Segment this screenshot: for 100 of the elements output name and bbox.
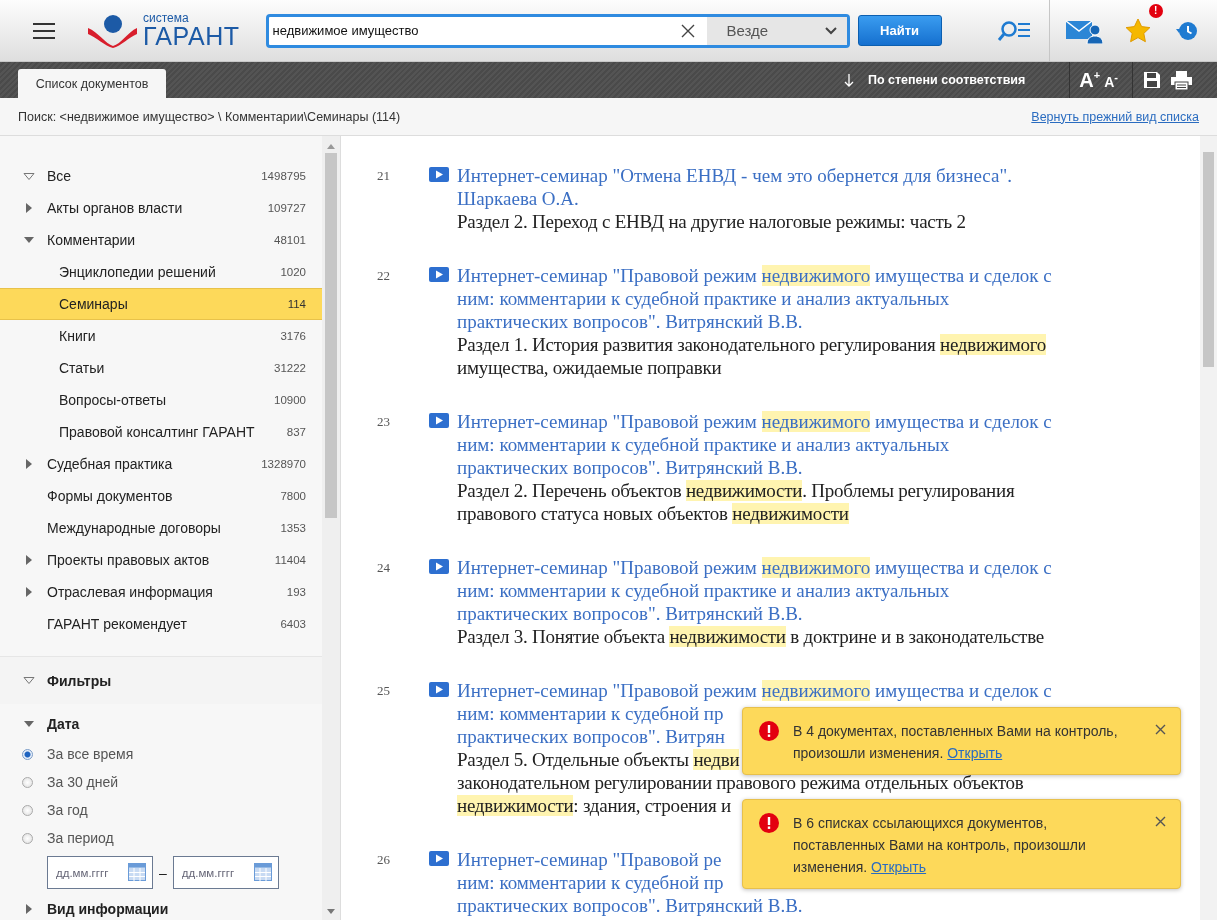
collapse-icon[interactable]: [23, 172, 35, 180]
document-title-line[interactable]: ним: комментарии к судебной практике и анализ актуальных: [457, 433, 950, 456]
scope-dropdown[interactable]: Везде: [706, 16, 847, 45]
document-title-line[interactable]: практических вопросов". Витрянский В.В.: [457, 456, 803, 479]
document-number: 21: [376, 167, 391, 185]
document-number: 26: [376, 851, 391, 869]
tree-item[interactable]: Правовой консалтинг ГАРАНТ 837: [0, 416, 322, 448]
open-link[interactable]: Открыть: [947, 745, 1003, 761]
restore-view-link[interactable]: Вернуть прежний вид списка: [1031, 109, 1199, 124]
document-title-line[interactable]: Шаркаева О.А.: [457, 187, 579, 210]
open-link[interactable]: Открыть: [871, 859, 927, 875]
expand-icon[interactable]: [26, 587, 32, 597]
filter-group-header[interactable]: Дата: [0, 708, 322, 740]
radio-option[interactable]: За период: [0, 824, 322, 852]
print-icon[interactable]: [1171, 70, 1192, 90]
calendar-icon[interactable]: [253, 863, 272, 881]
section-text-line: правового статуса новых объектов недвижимости: [457, 502, 849, 525]
document-title-line[interactable]: Интернет-семинар "Правовой режим недвижимого имущества и сделок с: [457, 410, 1052, 433]
tree-item[interactable]: ГАРАНТ рекомендует 6403: [0, 608, 322, 640]
scroll-up-icon[interactable]: [327, 144, 335, 149]
tree-item[interactable]: Энциклопедии решений 1020: [0, 256, 322, 288]
play-icon[interactable]: [429, 167, 449, 182]
calendar-icon[interactable]: [128, 863, 146, 881]
section-text-line: законодательном регулировании правового режима отдельных объектов: [457, 771, 1024, 794]
date-field[interactable]: дд.мм.гггг: [47, 856, 153, 889]
document-title-line[interactable]: Интернет-семинар "Правовой ре: [457, 848, 722, 871]
tree-item[interactable]: Вопросы-ответы 10900: [0, 384, 322, 416]
expand-icon[interactable]: [26, 459, 32, 469]
play-icon[interactable]: [429, 267, 449, 282]
tree-item[interactable]: Проекты правовых актов 11404: [0, 544, 322, 576]
warning-icon: [759, 813, 779, 833]
font-smaller-button[interactable]: A$^{-}$: [1104, 70, 1118, 90]
search-field[interactable]: недвижимое имущество Везде: [265, 13, 850, 48]
tree-item[interactable]: Все 1498795: [0, 160, 322, 192]
tree-item[interactable]: Формы документов 7800: [0, 480, 322, 512]
section-text-line: Раздел 5. Отдельные объекты недви: [457, 748, 740, 771]
scroll-thumb[interactable]: [1203, 152, 1214, 367]
document-title-line[interactable]: ним: комментарии к судебной практике и анализ актуальных: [457, 579, 950, 602]
radio-icon[interactable]: [22, 832, 33, 844]
tree-item[interactable]: Книги 3176: [0, 320, 322, 352]
tree-item[interactable]: Международные договоры 1353: [0, 512, 322, 544]
collapse-icon[interactable]: [24, 237, 34, 243]
chevron-icon: [824, 26, 837, 35]
radio-option[interactable]: За все время: [0, 740, 322, 768]
document-title-line[interactable]: практических вопросов". Витрянский В.В.: [457, 602, 803, 625]
document-title-line[interactable]: ним: комментарии к судебной пр: [457, 702, 724, 725]
logo-tagline: система: [143, 12, 190, 24]
collapse-icon[interactable]: [24, 721, 34, 727]
document-title-line[interactable]: практических вопросов". Витрян: [457, 725, 726, 748]
menu-icon[interactable]: [33, 22, 55, 39]
date-field[interactable]: дд.мм.гггг: [172, 856, 279, 889]
star-icon[interactable]: [1124, 18, 1151, 43]
document-number: 24: [376, 559, 391, 577]
expand-icon[interactable]: [26, 904, 32, 914]
clear-icon[interactable]: [680, 23, 695, 38]
document-number: 23: [376, 413, 391, 431]
document-title-line[interactable]: ним: комментарии к судебной пр: [457, 871, 724, 894]
font-larger-button[interactable]: A$^{+}$: [1079, 68, 1101, 92]
document-title-line[interactable]: Интернет-семинар "Правовой режим недвижимого имущества и сделок с: [457, 556, 1052, 579]
expand-icon[interactable]: [26, 203, 32, 213]
close-icon[interactable]: [1155, 816, 1166, 827]
radio-icon[interactable]: [22, 776, 33, 788]
scrollbar[interactable]: [322, 136, 340, 920]
play-icon[interactable]: [429, 682, 449, 697]
document-title-line[interactable]: практических вопросов". Витрянский В.В.: [457, 894, 803, 917]
tree-item[interactable]: Судебная практика 1328970: [0, 448, 322, 480]
play-icon[interactable]: [429, 413, 449, 428]
document-title-line[interactable]: Интернет-семинар "Правовой режим недвижимого имущества и сделок с: [457, 679, 1052, 702]
radio-option[interactable]: За год: [0, 796, 322, 824]
scroll-down-icon[interactable]: [327, 909, 335, 914]
radio-icon[interactable]: [22, 804, 33, 816]
scroll-thumb[interactable]: [325, 153, 337, 518]
expand-icon[interactable]: [26, 555, 32, 565]
close-icon[interactable]: [1155, 724, 1166, 735]
search-list-icon[interactable]: [996, 19, 1031, 42]
document-title-line[interactable]: Интернет-семинар "Правовой режим недвижимого имущества и сделок с: [457, 264, 1052, 287]
search-button[interactable]: Найти: [857, 15, 942, 46]
tree-item[interactable]: Семинары 114: [0, 288, 322, 320]
section-text-line: Раздел 1. История развития законодательного регулирования недвижимого: [457, 333, 1047, 356]
play-icon[interactable]: [429, 559, 449, 574]
document-title-line[interactable]: Интернет-семинар "Отмена ЕНВД - чем это обернется для бизнеса".: [457, 164, 1012, 187]
save-icon[interactable]: [1143, 71, 1161, 89]
radio-icon[interactable]: [22, 748, 33, 760]
scrollbar[interactable]: [1200, 136, 1217, 920]
document-title-line[interactable]: практических вопросов". Витрянский В.В.: [457, 310, 803, 333]
document-title-line[interactable]: ним: комментарии к судебной практике и анализ актуальных: [457, 287, 950, 310]
section-text-line: Раздел 2. Переход с ЕНВД на другие налоговые режимы: часть 2: [457, 210, 966, 233]
document-number: 22: [376, 267, 391, 285]
tree-item[interactable]: Комментарии 48101: [0, 224, 322, 256]
notification-text: В 4 документах, поставленных Вами на контроль, произошли изменения. Открыть: [793, 722, 1119, 763]
radio-option[interactable]: За 30 дней: [0, 768, 322, 796]
collapse-icon[interactable]: [23, 677, 35, 684]
tree-item[interactable]: Статьи 31222: [0, 352, 322, 384]
filter-group-header[interactable]: Вид информации: [0, 893, 322, 920]
tree-item[interactable]: Отраслевая информация 193: [0, 576, 322, 608]
sort-button[interactable]: По степени соответствия: [843, 73, 1026, 87]
tree-item[interactable]: Акты органов власти 109727: [0, 192, 322, 224]
play-icon[interactable]: [429, 851, 449, 866]
tab[interactable]: Список документов: [18, 69, 166, 98]
section-text-line: недвижимости: здания, строения и: [457, 794, 731, 817]
